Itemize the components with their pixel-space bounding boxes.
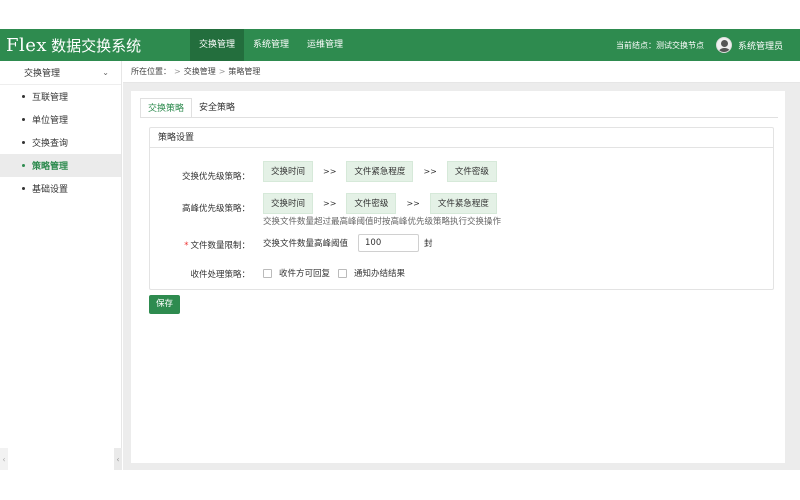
nav-exchange-management[interactable]: 交换管理 — [190, 29, 245, 61]
top-navbar: Flex 数据交换系统 交换管理 系统管理 运维管理 当前结点：测试交换节点 系… — [0, 29, 800, 61]
exchange-priority-order: 交换时间 >> 文件紧急程度 >> 文件密级 — [263, 161, 497, 182]
file-limit-row: 交换文件数量高峰阈值 封 — [263, 234, 433, 252]
tab-security-strategy[interactable]: 安全策略 — [192, 98, 242, 118]
reply-allowed-label[interactable]: 收件方可回复 — [279, 267, 330, 279]
main-nav: 交换管理 系统管理 运维管理 — [190, 29, 352, 61]
sidebar-item-interconnect[interactable]: 互联管理 — [0, 85, 121, 108]
notify-result-label[interactable]: 通知办结结果 — [354, 267, 405, 279]
order-arrow: >> — [423, 167, 437, 176]
breadcrumb-level1[interactable]: 交换管理 — [184, 66, 216, 77]
peak-priority-hint: 交换文件数量超过最高峰阈值时按高峰优先级策略执行交换操作 — [263, 217, 502, 227]
priority-chip[interactable]: 文件密级 — [446, 161, 497, 182]
priority-chip[interactable]: 文件紧急程度 — [429, 193, 497, 214]
sidebar-item-basic-settings[interactable]: 基础设置 — [0, 177, 121, 200]
receive-strategy-options: 收件方可回复 通知办结结果 — [263, 267, 413, 279]
tab-divider — [140, 117, 778, 118]
breadcrumb-separator-icon: > — [218, 67, 226, 76]
order-arrow: >> — [323, 167, 337, 176]
file-limit-label: * 文件数量限制： — [150, 239, 250, 251]
order-arrow: >> — [323, 199, 337, 208]
breadcrumb-level2: 策略管理 — [228, 67, 261, 76]
app-title: 数据交换系统 — [51, 36, 142, 55]
header-user-area: 当前结点：测试交换节点 系统管理员 — [616, 29, 783, 61]
sidebar-item-label: 策略管理 — [32, 162, 69, 172]
main-panel: 交换策略 安全策略 策略设置 交换优先级策略： 交换时间 >> 文件紧急程度 >… — [131, 91, 785, 463]
nav-ops-management[interactable]: 运维管理 — [298, 29, 352, 61]
bullet-icon — [22, 95, 25, 98]
sidebar-item-label: 基础设置 — [32, 185, 69, 195]
notify-result-checkbox[interactable] — [338, 268, 348, 278]
sidebar-section-exchange[interactable]: 交换管理 ⌄ — [0, 61, 121, 85]
user-avatar-icon[interactable] — [715, 37, 732, 53]
sidebar-item-units[interactable]: 单位管理 — [0, 108, 121, 131]
priority-chip[interactable]: 交换时间 — [263, 193, 314, 214]
bullet-icon — [22, 187, 25, 190]
peak-priority-order: 交换时间 >> 文件密级 >> 文件紧急程度 — [263, 193, 497, 214]
logo-mark: Flex — [6, 34, 48, 56]
bullet-icon — [22, 164, 25, 167]
priority-chip[interactable]: 文件密级 — [346, 193, 397, 214]
scroll-left-icon[interactable]: ‹ — [0, 448, 8, 470]
sidebar: 交换管理 ⌄ 互联管理 单位管理 交换查询 策略管理 基础设置 ‹ ‹ — [0, 61, 122, 470]
chevron-down-icon: ⌄ — [102, 68, 109, 77]
receive-strategy-label: 收件处理策略： — [190, 270, 250, 280]
reply-allowed-checkbox[interactable] — [263, 268, 272, 278]
strategy-settings-card: 策略设置 交换优先级策略： 交换时间 >> 文件紧急程度 >> 文件密级 高峰优… — [149, 127, 774, 290]
threshold-unit: 封 — [424, 239, 433, 249]
bullet-icon — [22, 141, 25, 144]
required-mark: * — [184, 241, 189, 251]
tab-exchange-strategy[interactable]: 交换策略 — [140, 98, 193, 118]
order-arrow: >> — [406, 199, 420, 208]
priority-chip[interactable]: 交换时间 — [263, 161, 314, 182]
card-title: 策略设置 — [150, 128, 773, 148]
user-name[interactable]: 系统管理员 — [738, 39, 783, 52]
breadcrumb-separator-icon: > — [174, 67, 181, 76]
sidebar-item-strategy[interactable]: 策略管理 — [0, 154, 121, 177]
sidebar-item-label: 互联管理 — [32, 93, 69, 103]
sidebar-item-label: 交换查询 — [32, 139, 69, 149]
breadcrumb: 所在位置： > 交换管理 > 策略管理 — [123, 61, 800, 83]
file-limit-sublabel: 交换文件数量高峰阈值 — [263, 239, 349, 249]
app-logo[interactable]: Flex 数据交换系统 — [0, 29, 190, 61]
sidebar-item-label: 单位管理 — [32, 116, 69, 126]
peak-priority-label: 高峰优先级策略： — [181, 204, 250, 214]
save-button[interactable]: 保存 — [149, 295, 180, 314]
breadcrumb-prefix: 所在位置： — [131, 67, 171, 76]
nav-system-management[interactable]: 系统管理 — [244, 29, 298, 61]
sidebar-item-query[interactable]: 交换查询 — [0, 131, 121, 154]
current-node: 当前结点：测试交换节点 — [615, 40, 704, 50]
priority-chip[interactable]: 文件紧急程度 — [346, 161, 414, 182]
sidebar-collapse-icon[interactable]: ‹ — [114, 448, 122, 470]
tab-bar: 交换策略 安全策略 — [140, 98, 242, 118]
sidebar-section-label: 交换管理 — [24, 69, 61, 79]
exchange-priority-label: 交换优先级策略： — [181, 172, 250, 182]
file-limit-label-text: 文件数量限制： — [190, 241, 250, 251]
peak-threshold-input[interactable] — [358, 234, 420, 252]
bullet-icon — [22, 118, 25, 121]
